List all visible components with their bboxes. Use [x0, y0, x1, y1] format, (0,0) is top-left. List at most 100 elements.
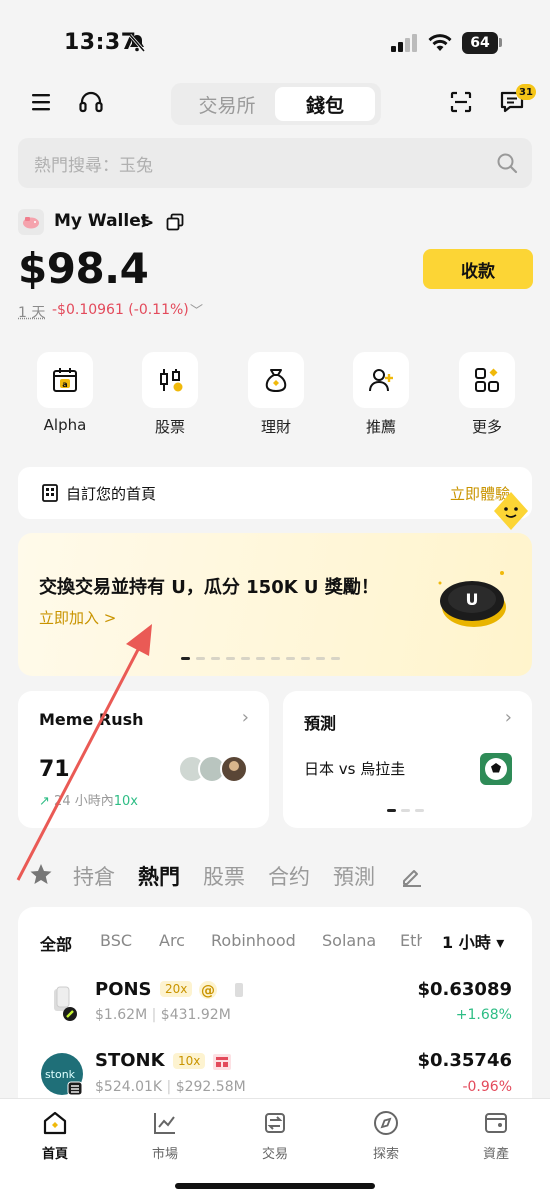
- edit-pencil-icon[interactable]: [400, 864, 424, 888]
- layout-icon: [42, 484, 58, 502]
- hamburger-menu-icon[interactable]: [30, 92, 52, 112]
- carousel-indicator: [181, 657, 340, 660]
- prediction-match: 日本 vs 烏拉圭: [304, 760, 406, 778]
- token-mcap: $524.01K: [95, 1079, 163, 1095]
- quick-action-referral[interactable]: [353, 352, 409, 408]
- promo-join-link[interactable]: 立即加入 >: [39, 607, 116, 628]
- status-time: 13:37: [64, 30, 137, 55]
- stonk-icon-text: stonk: [45, 1068, 76, 1081]
- battery-nub: [499, 38, 502, 47]
- market-list-panel: 全部 BSC Arc Robinhood Solana Eth 1 小時 ▾ P…: [18, 907, 532, 1107]
- assets-wallet-icon: [485, 1113, 507, 1133]
- interval-selector[interactable]: 1 小時 ▾: [442, 929, 504, 953]
- chain-filter-robinhood[interactable]: Robinhood: [211, 931, 296, 950]
- carousel-dot[interactable]: [196, 657, 205, 660]
- token-mcap: $1.62M: [95, 1007, 148, 1023]
- promo-title: 交換交易並持有 U，瓜分 150K U 獎勵！: [39, 577, 379, 598]
- chevron-right-icon[interactable]: ›: [242, 707, 249, 728]
- carousel-dot[interactable]: [181, 657, 190, 660]
- quick-action-label: Alpha: [43, 416, 87, 434]
- nav-label: 市場: [151, 1147, 178, 1162]
- tab-predictions[interactable]: 預測: [333, 861, 375, 891]
- carousel-dot[interactable]: [286, 657, 295, 660]
- chevron-right-icon[interactable]: ›: [505, 707, 512, 728]
- quick-action-alpha[interactable]: a: [37, 352, 93, 408]
- chain-filter-eth[interactable]: Eth: [400, 931, 422, 950]
- leverage-badge: 20x: [160, 981, 193, 997]
- stonk-token-icon: stonk: [41, 1053, 83, 1096]
- nav-markets[interactable]: 市場: [120, 1109, 210, 1162]
- token-stats: $524.01K | $292.58M: [95, 1079, 246, 1095]
- favorites-star-icon[interactable]: [29, 862, 53, 886]
- quick-action-label: 更多: [471, 418, 502, 436]
- token-price: $0.63089: [417, 979, 512, 1000]
- nav-trade[interactable]: 交易: [230, 1109, 320, 1162]
- market-chart-icon: [154, 1113, 175, 1134]
- soccer-ball-icon: [480, 753, 512, 785]
- prediction-title: 預測: [304, 714, 337, 733]
- token-name: STONK: [95, 1050, 165, 1071]
- pnl-period-selector[interactable]: 1 天: [18, 302, 45, 322]
- svg-text:a: a: [62, 380, 67, 389]
- stock-candles-icon: [160, 369, 183, 392]
- customize-homepage-bar[interactable]: 自訂您的首頁 立即體驗: [18, 467, 532, 519]
- receive-button[interactable]: 收款: [423, 249, 533, 289]
- pons-token-icon: [54, 986, 77, 1021]
- nav-discover[interactable]: 探索: [341, 1109, 431, 1162]
- tab-hot[interactable]: 熱門: [138, 861, 180, 891]
- carousel-dot[interactable]: [211, 657, 220, 660]
- promo-banner[interactable]: 交換交易並持有 U，瓜分 150K U 獎勵！ 立即加入 > U: [18, 533, 532, 676]
- token-price: $0.35746: [417, 1050, 512, 1071]
- chevron-down-icon[interactable]: ﹀: [190, 300, 203, 319]
- leverage-badge: 10x: [173, 1053, 206, 1069]
- quick-action-stocks[interactable]: [142, 352, 198, 408]
- headset-support-icon[interactable]: [78, 90, 104, 114]
- meme-rush-subtitle: ↗ 24 小時內10x: [39, 794, 138, 809]
- carousel-dot[interactable]: [316, 657, 325, 660]
- meme-rush-count: 71: [39, 757, 70, 782]
- meme-rush-card[interactable]: Meme Rush › 71 ↗ 24 小時內10x: [18, 691, 269, 828]
- trade-swap-icon: [265, 1113, 285, 1133]
- quick-action-more[interactable]: [459, 352, 515, 408]
- carousel-dot[interactable]: [241, 657, 250, 660]
- copy-icon[interactable]: [166, 213, 184, 231]
- prediction-card[interactable]: 預測 › 日本 vs 烏拉圭: [283, 691, 532, 828]
- carousel-dot[interactable]: [271, 657, 280, 660]
- carousel-dot[interactable]: [226, 657, 235, 660]
- carousel-dot[interactable]: [301, 657, 310, 660]
- tab-holdings[interactable]: 持倉: [73, 861, 115, 891]
- tab-contracts[interactable]: 合约: [268, 861, 310, 891]
- chain-filter-arc[interactable]: Arc: [159, 931, 185, 950]
- mascot-icon[interactable]: [490, 490, 532, 532]
- carousel-dot[interactable]: [256, 657, 265, 660]
- search-bar[interactable]: 熱門搜尋：玉兔: [18, 138, 532, 188]
- at-sign-icon: @: [199, 981, 217, 999]
- pnl-value: -$0.10961 (-0.11%): [52, 302, 189, 318]
- wallet-chevron-icon[interactable]: >: [140, 213, 154, 233]
- home-indicator: [175, 1183, 375, 1189]
- home-icon: [43, 1111, 67, 1135]
- token-change: +1.68%: [455, 1007, 512, 1023]
- wallet-name[interactable]: My Wallet: [54, 211, 149, 231]
- token-volume: $431.92M: [160, 1007, 231, 1023]
- wallet-avatar[interactable]: [18, 209, 44, 235]
- chain-filter-solana[interactable]: Solana: [322, 931, 376, 950]
- message-count-badge: 31: [516, 84, 536, 100]
- nav-home[interactable]: 首頁: [10, 1109, 100, 1162]
- nav-assets[interactable]: 資產: [451, 1109, 541, 1162]
- tab-exchange[interactable]: 交易所: [177, 87, 277, 121]
- nav-label: 首頁: [41, 1147, 68, 1162]
- exchange-badge-icon: [213, 1054, 231, 1070]
- tab-wallet[interactable]: 錢包: [275, 87, 375, 121]
- wallet-balance: $98.4: [18, 244, 149, 293]
- alpha-calendar-icon: a: [53, 368, 77, 392]
- tab-stocks[interactable]: 股票: [203, 861, 245, 891]
- meme-sub-prefix: 24 小時內: [54, 794, 114, 809]
- carousel-dot[interactable]: [331, 657, 340, 660]
- scan-icon[interactable]: [449, 90, 473, 114]
- search-icon: [497, 153, 518, 174]
- cellular-signal-icon: [391, 34, 417, 52]
- chain-filter-all[interactable]: 全部: [40, 931, 72, 955]
- quick-action-earn[interactable]: [248, 352, 304, 408]
- chain-filter-bsc[interactable]: BSC: [100, 931, 132, 950]
